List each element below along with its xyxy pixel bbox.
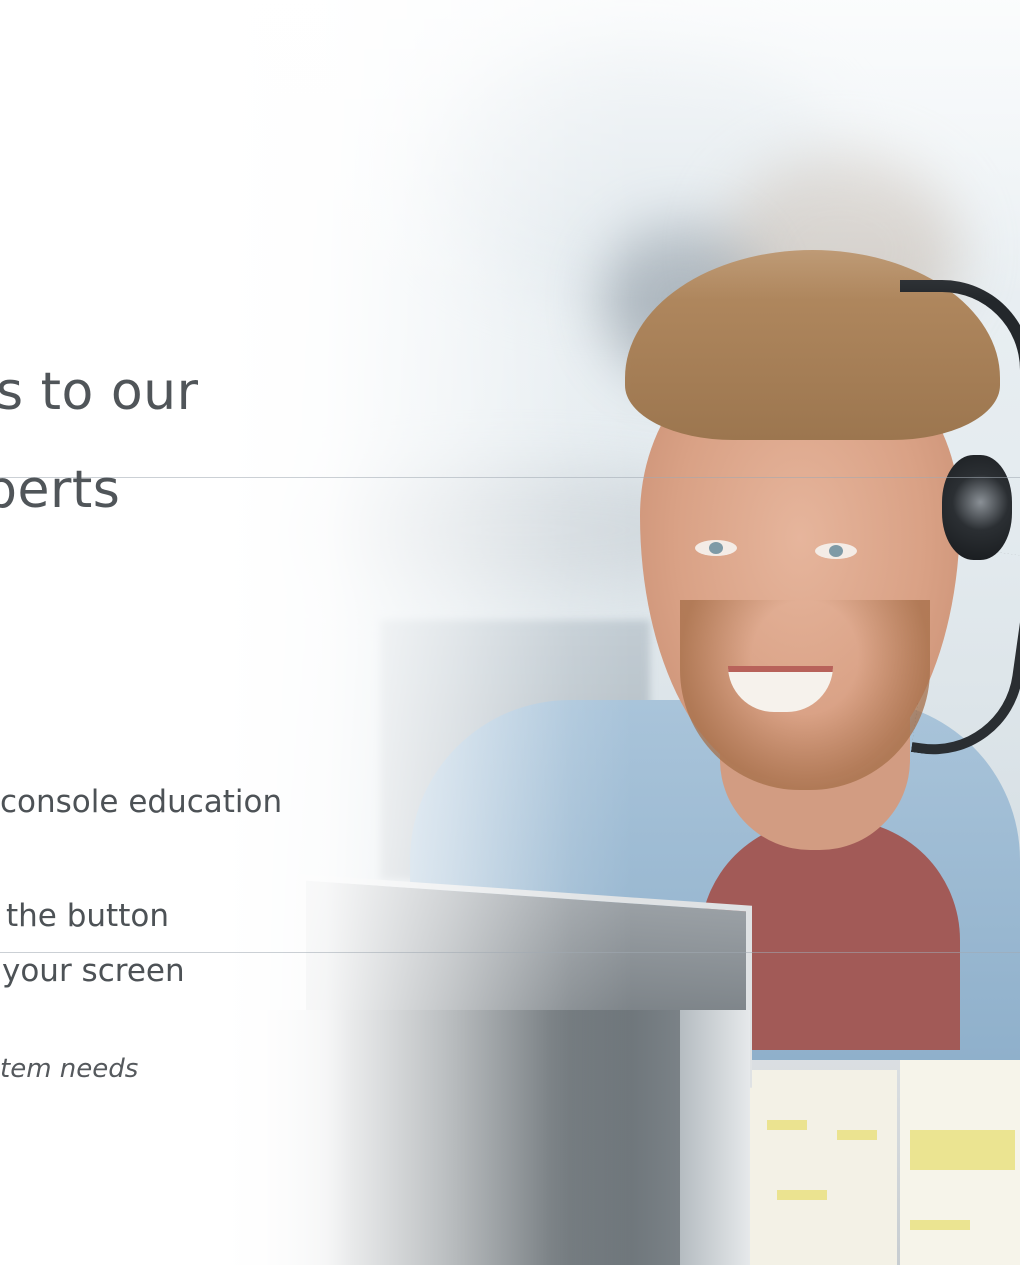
hero-heading-line2: perts bbox=[0, 460, 121, 520]
hero-text-line2: the button bbox=[6, 898, 169, 934]
hero-heading-line1: s to our bbox=[0, 362, 199, 422]
hero-note: tem needs bbox=[0, 1054, 139, 1084]
hero-text-line3: your screen bbox=[2, 953, 185, 989]
hero-text-line1: console education bbox=[0, 784, 283, 820]
divider-line bbox=[0, 477, 1020, 478]
